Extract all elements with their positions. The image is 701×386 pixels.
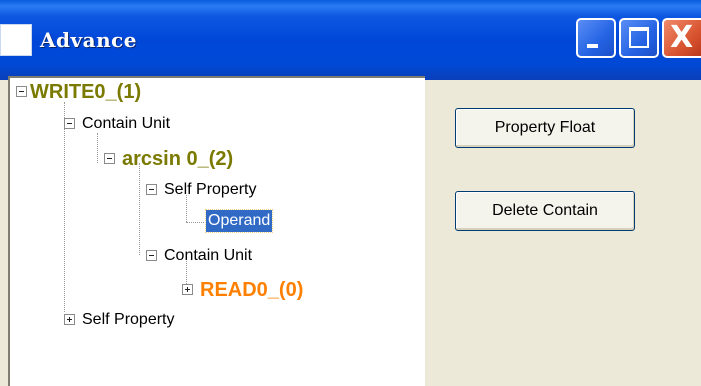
tree-node-contain-unit[interactable]: Contain Unit	[82, 112, 170, 136]
tree-connector	[64, 102, 65, 312]
delete-contain-button[interactable]: Delete Contain	[455, 191, 635, 231]
window-title: Advance	[40, 28, 138, 52]
tree-view[interactable]: WRITE0_(1) Contain Unit arcsin 0_(2) Sel…	[8, 76, 425, 386]
collapse-icon[interactable]	[64, 118, 75, 129]
tree-node-operand[interactable]: Operand	[204, 209, 274, 233]
tree-node-contain-unit[interactable]: Contain Unit	[164, 244, 252, 268]
maximize-icon	[629, 27, 649, 48]
close-button[interactable]: X	[662, 18, 701, 58]
expand-icon[interactable]	[64, 314, 75, 325]
tree-connector	[186, 222, 204, 223]
tree-node-self-property[interactable]: Self Property	[82, 308, 174, 332]
tree-connector	[97, 133, 98, 163]
collapse-icon[interactable]	[146, 184, 157, 195]
tree-connector	[139, 163, 140, 255]
property-float-button[interactable]: Property Float	[455, 108, 635, 148]
expand-icon[interactable]	[182, 284, 193, 295]
close-icon: X	[670, 20, 694, 55]
window-icon[interactable]	[0, 24, 32, 56]
title-bar[interactable]: Advance X	[0, 0, 701, 80]
tree-node-read0[interactable]: READ0_(0)	[200, 278, 303, 302]
minimize-icon	[587, 44, 598, 48]
tree-node-write0[interactable]: WRITE0_(1)	[30, 80, 141, 104]
maximize-button[interactable]	[619, 18, 659, 58]
collapse-icon[interactable]	[146, 250, 157, 261]
minimize-button[interactable]	[576, 18, 616, 58]
tree-node-arcsin[interactable]: arcsin 0_(2)	[122, 147, 233, 171]
collapse-icon[interactable]	[16, 86, 27, 97]
collapse-icon[interactable]	[104, 153, 115, 164]
tree-node-self-property[interactable]: Self Property	[164, 178, 256, 202]
